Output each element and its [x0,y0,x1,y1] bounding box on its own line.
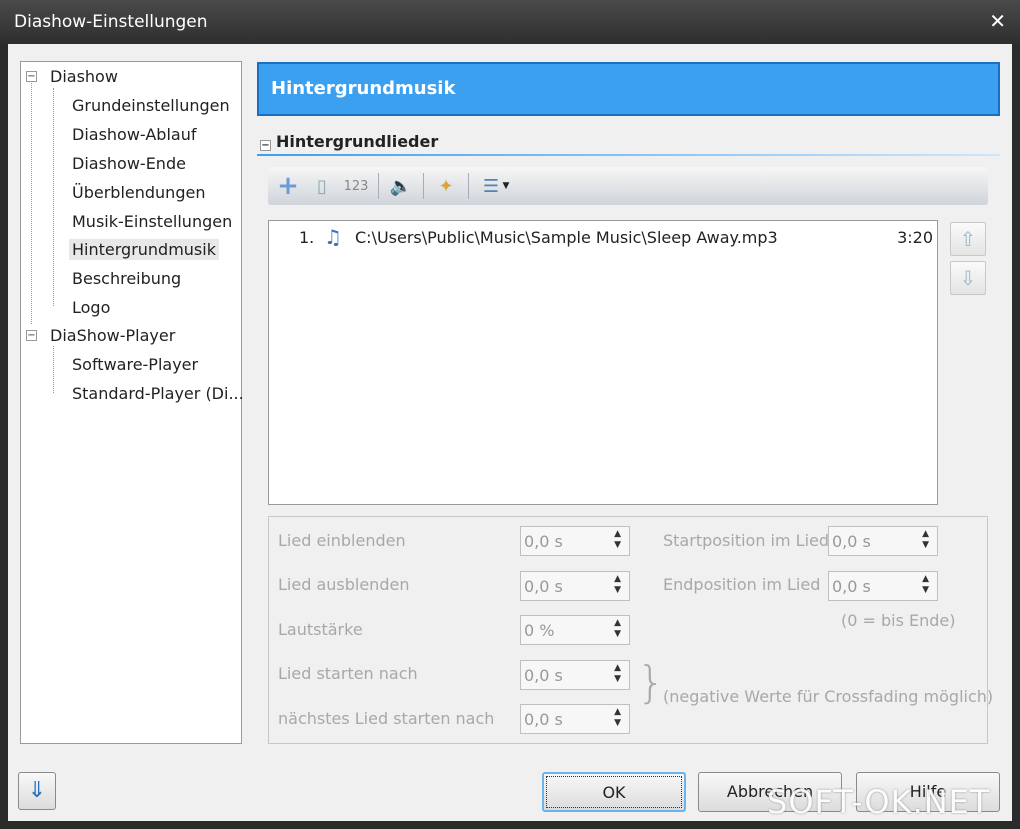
tree-item[interactable]: Überblendungen [69,182,208,203]
section-header[interactable]: − Hintergrundlieder [260,132,438,151]
settings-tree: − Diashow Grundeinstellungen Diashow-Abl… [20,61,244,744]
track-path: C:\Users\Public\Music\Sample Music\Sleep… [355,228,778,247]
tree-item[interactable]: Logo [69,297,113,318]
page-header: Hintergrundmusik [257,62,1000,116]
spinner-arrows-icon[interactable]: ▲ ▼ [614,574,621,596]
track-index: 1. [299,228,315,247]
start-after-spinner[interactable]: 0,0 s ▲ ▼ [520,660,630,690]
section-title: Hintergrundlieder [276,132,439,151]
next-after-spinner[interactable]: 0,0 s ▲ ▼ [520,704,630,734]
spinner-arrows-icon[interactable]: ▲ ▼ [614,707,621,729]
separator [468,173,469,199]
spinner-arrows-icon[interactable]: ▲ ▼ [922,574,929,596]
tree-item[interactable]: Grundeinstellungen [69,95,233,116]
tree-line [53,88,54,306]
arrow-down-icon: ⇩ [959,266,977,290]
track-duration: 3:20 [897,228,933,247]
ok-button[interactable]: OK [542,772,686,812]
close-icon[interactable]: ✕ [989,9,1006,33]
volume-spinner[interactable]: 0 % ▲ ▼ [520,615,630,645]
tree-item-selected[interactable]: Hintergrundmusik [69,239,219,260]
end-position-value: 0,0 s [832,577,871,596]
fade-in-label: Lied einblenden [278,531,406,550]
delete-icon[interactable]: ▯ [310,174,334,198]
volume-value: 0 % [524,621,555,640]
tree-item[interactable]: Standard-Player (Di... [69,383,247,404]
move-down-button[interactable]: ⇩ [950,261,986,295]
window-title: Diashow-Einstellungen [14,12,208,32]
collapse-dialog-button[interactable]: ⇓ [18,772,56,810]
tree-item[interactable]: Diashow-Ablauf [69,124,199,145]
start-position-label: Startposition im Lied [663,531,830,550]
next-after-value: 0,0 s [524,710,563,729]
song-properties: Lied einblenden 0,0 s ▲ ▼ Lied ausblenden … [268,516,993,744]
tree-line [53,346,54,393]
collapse-icon[interactable]: − [26,330,37,341]
divider [257,154,1000,156]
start-after-label: Lied starten nach [278,664,418,683]
fade-in-value: 0,0 s [524,532,563,551]
add-icon[interactable]: + [276,171,300,201]
tree-item[interactable]: Musik-Einstellungen [69,211,235,232]
title-bar: Diashow-Einstellungen ✕ [0,0,1020,44]
volume-icon[interactable]: 🔈 [389,174,413,198]
fade-in-spinner[interactable]: 0,0 s ▲ ▼ [520,526,630,556]
spinner-arrows-icon[interactable]: ▲ ▼ [922,529,929,551]
crossfade-hint: (negative Werte für Crossfading möglich) [663,687,994,706]
fade-out-spinner[interactable]: 0,0 s ▲ ▼ [520,571,630,601]
watermark: SOFT-OK.NET [767,783,991,821]
tree-item[interactable]: Software-Player [69,354,201,375]
wizard-icon[interactable]: ✦ [434,174,458,198]
playlist-toolbar: + ▯ 123 🔈 ✦ ☰ ▼ [268,167,988,205]
playlist[interactable]: 1. ♫ C:\Users\Public\Music\Sample Music\… [268,220,938,505]
start-position-spinner[interactable]: 0,0 s ▲ ▼ [828,526,938,556]
move-up-button[interactable]: ⇧ [950,222,986,256]
separator [378,173,379,199]
separator [423,173,424,199]
start-after-value: 0,0 s [524,666,563,685]
arrow-down-icon: ⇓ [27,778,47,803]
end-hint: (0 = bis Ende) [841,611,956,630]
next-after-label: nächstes Lied starten nach [278,709,495,728]
tree-item[interactable]: Diashow-Ende [69,153,189,174]
numbering-icon[interactable]: 123 [344,174,369,198]
list-view-icon[interactable]: ☰ [479,174,503,198]
dialog-body: − Diashow Grundeinstellungen Diashow-Abl… [8,44,1012,821]
arrow-up-icon: ⇧ [959,227,977,251]
dropdown-arrow-icon[interactable]: ▼ [501,174,511,198]
end-position-spinner[interactable]: 0,0 s ▲ ▼ [828,571,938,601]
fade-out-value: 0,0 s [524,577,563,596]
tree-item[interactable]: Beschreibung [69,268,184,289]
start-position-value: 0,0 s [832,532,871,551]
end-position-label: Endposition im Lied [663,575,821,594]
tree-node-player[interactable]: DiaShow-Player [47,325,178,346]
collapse-icon[interactable]: − [260,140,271,151]
tree-line [31,80,32,324]
music-note-icon: ♫ [324,225,342,249]
tree-node-diashow[interactable]: Diashow [47,66,121,87]
spinner-arrows-icon[interactable]: ▲ ▼ [614,529,621,551]
fade-out-label: Lied ausblenden [278,575,410,594]
collapse-icon[interactable]: − [26,71,37,82]
spinner-arrows-icon[interactable]: ▲ ▼ [614,663,621,685]
volume-label: Lautstärke [278,620,363,639]
brace: } [637,657,665,708]
spinner-arrows-icon[interactable]: ▲ ▼ [614,618,621,640]
playlist-row[interactable]: 1. ♫ C:\Users\Public\Music\Sample Music\… [269,225,937,250]
